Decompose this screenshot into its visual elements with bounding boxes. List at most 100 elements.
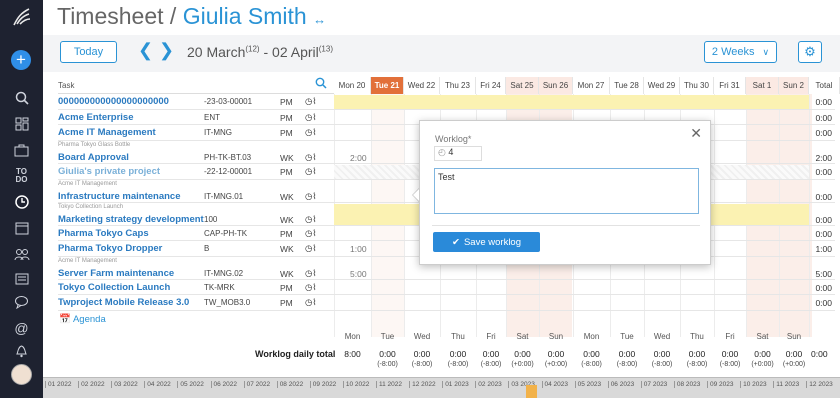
timeline-month[interactable]: 05 2022 bbox=[177, 381, 204, 388]
task-name[interactable]: Marketing strategy development bbox=[58, 214, 204, 225]
timer-icon[interactable]: ◷⌇ bbox=[305, 297, 317, 308]
user-name[interactable]: Giulia Smith bbox=[183, 3, 307, 29]
day-header: Sat 1 bbox=[746, 77, 779, 94]
timeline-month[interactable]: 01 2023 bbox=[442, 381, 469, 388]
timeline-month[interactable]: 06 2023 bbox=[607, 381, 634, 388]
timeline-month[interactable]: 10 2023 bbox=[740, 381, 767, 388]
list-icon[interactable] bbox=[0, 268, 43, 290]
timeline-month[interactable]: 10 2022 bbox=[342, 381, 369, 388]
at-icon[interactable]: @ bbox=[0, 317, 43, 339]
day-header: Thu 23 bbox=[440, 77, 476, 94]
row-total: 0:00 bbox=[815, 113, 832, 123]
timeline-month[interactable]: 09 2023 bbox=[707, 381, 734, 388]
daily-total: 0:00 bbox=[688, 349, 706, 359]
task-name[interactable]: Pharma Tokyo Dropper bbox=[58, 243, 162, 254]
task-type: PM bbox=[280, 113, 293, 123]
task-code: TK-MRK bbox=[204, 283, 235, 292]
task-name[interactable]: Board Approval bbox=[58, 152, 129, 163]
agenda-link[interactable]: 📅 Agenda bbox=[59, 314, 106, 325]
table-row[interactable]: Twproject Mobile Release 3.0 TW_MOB3.0 PM ◷… bbox=[58, 295, 835, 311]
timeline-month[interactable]: 09 2022 bbox=[309, 381, 336, 388]
task-name[interactable]: Twproject Mobile Release 3.0 bbox=[58, 297, 189, 308]
daily-total: 0:00 bbox=[785, 349, 803, 359]
timeline-current-marker[interactable] bbox=[526, 385, 537, 398]
row-total: 0:00 bbox=[815, 167, 832, 177]
timeline-month[interactable]: 05 2023 bbox=[574, 381, 601, 388]
timeline-month[interactable]: 04 2023 bbox=[541, 381, 568, 388]
timeline-month[interactable]: 12 2023 bbox=[806, 381, 833, 388]
bell-icon[interactable] bbox=[0, 340, 43, 362]
app-logo-icon[interactable] bbox=[0, 6, 43, 28]
task-name[interactable]: Acme Enterprise bbox=[58, 112, 134, 123]
worklog-cell[interactable]: 2:00 bbox=[350, 153, 367, 163]
task-name[interactable]: Giulia's private project bbox=[58, 166, 160, 177]
daily-difference: (-8:00) bbox=[686, 361, 708, 368]
avatar[interactable] bbox=[11, 364, 32, 385]
timeline-month[interactable]: 08 2022 bbox=[276, 381, 303, 388]
dashboard-icon[interactable] bbox=[0, 113, 43, 135]
timeline-month[interactable]: 01 2022 bbox=[45, 381, 72, 388]
timer-icon[interactable]: ◷⌇ bbox=[305, 191, 317, 202]
timeline-month[interactable]: 11 2022 bbox=[376, 381, 402, 388]
timer-icon[interactable]: ◷⌇ bbox=[305, 282, 317, 293]
link-icon[interactable]: ↔ bbox=[313, 12, 326, 27]
daily-difference: (+0:00) bbox=[544, 361, 568, 368]
range-end-week: (13) bbox=[318, 44, 333, 54]
timer-icon[interactable]: ◷⌇ bbox=[305, 166, 317, 177]
search-icon[interactable] bbox=[0, 87, 43, 109]
footer-weekday: Wed bbox=[653, 332, 671, 341]
task-code: PH-TK-BT.03 bbox=[204, 153, 252, 162]
timeline-month[interactable]: 03 2022 bbox=[111, 381, 138, 388]
timer-icon[interactable]: ◷⌇ bbox=[305, 96, 317, 107]
task-name[interactable]: Acme IT Management bbox=[58, 127, 156, 138]
clock-icon: ◴ bbox=[438, 147, 446, 157]
add-icon[interactable]: + bbox=[11, 50, 31, 70]
row-total: 0:00 bbox=[815, 229, 832, 239]
timeline-month[interactable]: 04 2022 bbox=[144, 381, 171, 388]
save-worklog-button[interactable]: ✔ Save worklog bbox=[433, 232, 540, 252]
task-name[interactable]: 000000000000000000000 bbox=[58, 96, 169, 107]
timer-icon[interactable]: ◷⌇ bbox=[305, 112, 317, 123]
chat-icon[interactable] bbox=[0, 291, 43, 313]
timer-icon[interactable]: ◷⌇ bbox=[305, 152, 317, 163]
chevron-left-icon[interactable]: ❮ bbox=[138, 40, 153, 61]
task-name[interactable]: Infrastructure maintenance bbox=[58, 191, 180, 202]
briefcase-icon[interactable] bbox=[0, 139, 43, 161]
todo-icon[interactable]: TO DO bbox=[0, 165, 43, 187]
worklog-comment-input[interactable]: Test bbox=[434, 168, 699, 214]
task-name[interactable]: Tokyo Collection Launch bbox=[58, 282, 170, 293]
people-icon[interactable] bbox=[0, 243, 43, 265]
timer-icon[interactable]: ◷⌇ bbox=[305, 127, 317, 138]
timeline-month[interactable]: 07 2022 bbox=[243, 381, 270, 388]
timeline-month[interactable]: 06 2022 bbox=[210, 381, 237, 388]
clock-icon[interactable] bbox=[0, 191, 43, 213]
timeline-month[interactable]: 07 2023 bbox=[640, 381, 667, 388]
worklog-cell[interactable]: 1:00 bbox=[350, 244, 367, 254]
timeline-month[interactable]: 02 2022 bbox=[78, 381, 105, 388]
footer-weekday: Sat bbox=[516, 332, 529, 341]
gear-button[interactable]: ⚙ bbox=[798, 41, 822, 63]
today-button[interactable]: Today bbox=[60, 41, 117, 63]
table-row[interactable]: Tokyo Collection Launch TK-MRK PM ◷⌇ 0:00 bbox=[58, 280, 835, 295]
timeline-bar[interactable]: 01 2022 02 2022 03 2022 04 2022 05 2022 06 20… bbox=[43, 377, 840, 398]
chevron-down-icon: ∨ bbox=[762, 46, 770, 57]
timer-icon[interactable]: ◷⌇ bbox=[305, 268, 317, 279]
timer-icon[interactable]: ◷⌇ bbox=[305, 243, 317, 254]
calendar-icon[interactable] bbox=[0, 217, 43, 239]
task-name[interactable]: Server Farm maintenance bbox=[58, 268, 174, 279]
chevron-right-icon[interactable]: ❯ bbox=[159, 40, 174, 61]
timer-icon[interactable]: ◷⌇ bbox=[305, 228, 317, 239]
task-name[interactable]: Pharma Tokyo Caps bbox=[58, 228, 149, 239]
close-icon[interactable]: ✕ bbox=[690, 125, 702, 142]
worklog-cell[interactable]: 5:00 bbox=[350, 269, 367, 279]
worklog-hours-input[interactable]: ◴ 4 bbox=[434, 146, 482, 161]
timer-icon[interactable]: ◷⌇ bbox=[305, 214, 317, 225]
search-icon[interactable] bbox=[315, 77, 327, 92]
view-select[interactable]: 2 Weeks ∨ bbox=[704, 41, 777, 63]
timeline-month[interactable]: 02 2023 bbox=[475, 381, 502, 388]
timeline-month[interactable]: 12 2022 bbox=[409, 381, 436, 388]
daily-difference: (-8:00) bbox=[411, 361, 433, 368]
footer-weekday: Sun bbox=[548, 332, 564, 341]
timeline-month[interactable]: 11 2023 bbox=[773, 381, 799, 388]
timeline-month[interactable]: 08 2023 bbox=[673, 381, 700, 388]
